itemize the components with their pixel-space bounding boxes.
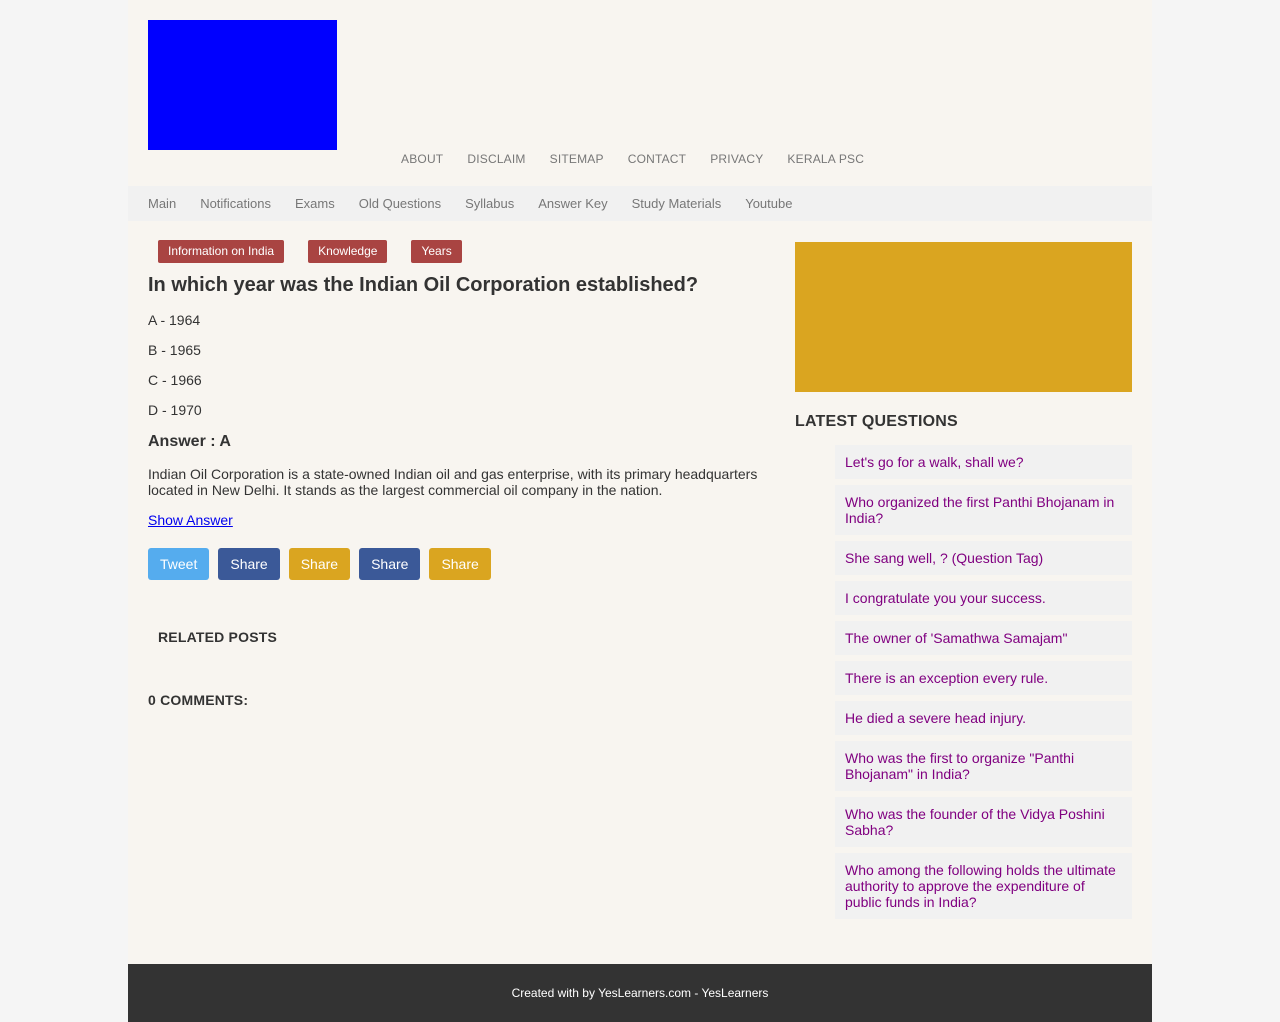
main-nav-notifications[interactable]: Notifications	[200, 196, 271, 211]
top-nav-contact[interactable]: CONTACT	[628, 152, 687, 166]
top-nav-about[interactable]: ABOUT	[401, 152, 443, 166]
option-b: B - 1965	[148, 342, 201, 358]
sidebar-ad-block	[795, 242, 1132, 392]
latest-question-item[interactable]: She sang well, ? (Question Tag)	[835, 541, 1132, 575]
top-nav: ABOUT DISCLAIM SITEMAP CONTACT PRIVACY K…	[401, 152, 888, 166]
latest-question-item[interactable]: Let's go for a walk, shall we?	[835, 445, 1132, 479]
main-nav-exams[interactable]: Exams	[295, 196, 335, 211]
latest-question-item[interactable]: There is an exception every rule.	[835, 661, 1132, 695]
share-button-4[interactable]: Share	[429, 548, 491, 580]
related-posts-heading: RELATED POSTS	[158, 629, 278, 645]
latest-questions-list: Let's go for a walk, shall we? Who organ…	[835, 445, 1132, 925]
site-logo[interactable]	[148, 20, 337, 150]
tweet-button[interactable]: Tweet	[148, 548, 210, 580]
page-container: ABOUT DISCLAIM SITEMAP CONTACT PRIVACY K…	[128, 0, 1152, 1022]
latest-question-item[interactable]: Who was the founder of the Vidya Poshini…	[835, 797, 1132, 847]
post-labels: Information on India Knowledge Years	[158, 240, 486, 263]
question-title: In which year was the Indian Oil Corpora…	[148, 274, 699, 296]
main-nav-old-questions[interactable]: Old Questions	[359, 196, 441, 211]
show-answer-link[interactable]: Show Answer	[148, 512, 233, 528]
comments-heading: 0 COMMENTS:	[148, 692, 249, 708]
latest-question-item[interactable]: Who organized the first Panthi Bhojanam …	[835, 485, 1132, 535]
label-years[interactable]: Years	[411, 240, 462, 263]
top-nav-disclaim[interactable]: DISCLAIM	[467, 152, 525, 166]
label-knowledge[interactable]: Knowledge	[308, 240, 388, 263]
share-button-2[interactable]: Share	[288, 548, 351, 580]
answer-explanation: Indian Oil Corporation is a state-owned …	[148, 466, 758, 498]
main-nav-main[interactable]: Main	[148, 196, 176, 211]
main-nav-youtube[interactable]: Youtube	[745, 196, 792, 211]
latest-questions-heading: LATEST QUESTIONS	[795, 413, 958, 430]
share-button-3[interactable]: Share	[359, 548, 421, 580]
option-c: C - 1966	[148, 372, 202, 388]
main-nav-syllabus[interactable]: Syllabus	[465, 196, 514, 211]
latest-question-item[interactable]: The owner of 'Samathwa Samajam"	[835, 621, 1132, 655]
latest-question-item[interactable]: Who among the following holds the ultima…	[835, 853, 1132, 919]
latest-question-item[interactable]: Who was the first to organize "Panthi Bh…	[835, 741, 1132, 791]
latest-question-item[interactable]: I congratulate you your success.	[835, 581, 1132, 615]
share-button-facebook[interactable]: Share	[218, 548, 280, 580]
main-nav-study-materials[interactable]: Study Materials	[632, 196, 722, 211]
answer-heading: Answer : A	[148, 433, 231, 450]
main-nav: Main Notifications Exams Old Questions S…	[128, 186, 1152, 221]
site-footer: Created with by YesLearners.com - YesLea…	[128, 964, 1152, 1022]
top-nav-kerala-psc[interactable]: KERALA PSC	[787, 152, 864, 166]
option-a: A - 1964	[148, 312, 201, 328]
label-information-on-india[interactable]: Information on India	[158, 240, 285, 263]
latest-question-item[interactable]: He died a severe head injury.	[835, 701, 1132, 735]
main-nav-answer-key[interactable]: Answer Key	[538, 196, 607, 211]
top-nav-sitemap[interactable]: SITEMAP	[550, 152, 604, 166]
top-nav-privacy[interactable]: PRIVACY	[710, 152, 763, 166]
footer-credit: Created with by YesLearners.com - YesLea…	[511, 986, 769, 1000]
option-d: D - 1970	[148, 402, 202, 418]
share-buttons: Tweet Share Share Share Share	[148, 548, 500, 580]
